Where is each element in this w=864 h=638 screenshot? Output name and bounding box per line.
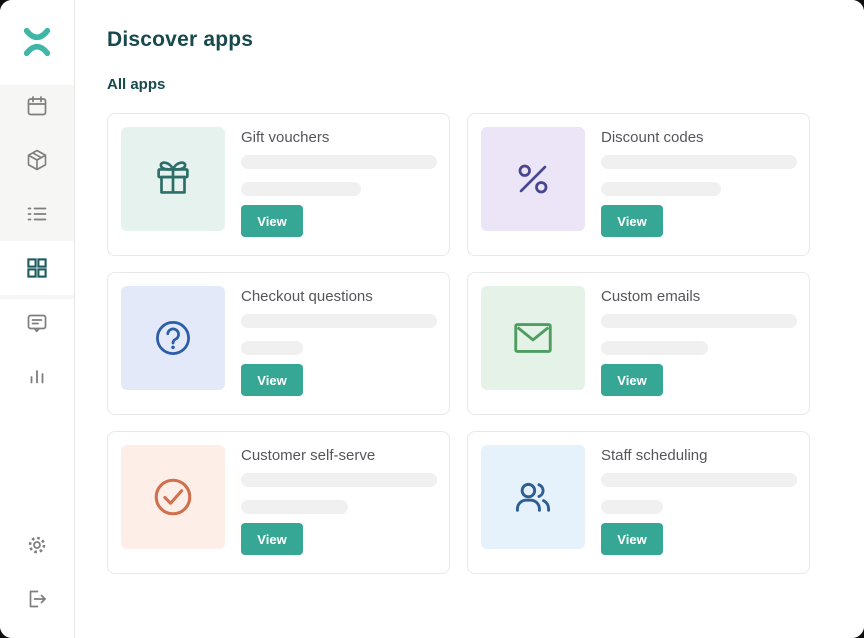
app-tile [121, 445, 225, 549]
sidebar-item-reports[interactable] [0, 348, 74, 402]
view-button[interactable]: View [601, 205, 663, 237]
app-card-title: Discount codes [601, 129, 704, 146]
placeholder-bar [241, 314, 437, 328]
check-circle-icon [150, 474, 196, 520]
section-label: All apps [107, 76, 864, 93]
view-button[interactable]: View [601, 364, 663, 396]
view-button[interactable]: View [241, 364, 303, 396]
bar-chart-icon [25, 363, 49, 387]
placeholder-bar [601, 155, 797, 169]
gift-icon [150, 156, 196, 202]
app-tile [121, 286, 225, 390]
placeholder-bar [601, 473, 797, 487]
app-card-checkout-questions[interactable]: Checkout questions View [107, 272, 450, 415]
app-tile [481, 445, 585, 549]
app-tile [481, 127, 585, 231]
app-tile [481, 286, 585, 390]
placeholder-bar [601, 341, 708, 355]
app-card-title: Staff scheduling [601, 447, 707, 464]
package-icon [25, 148, 49, 172]
app-card-title: Gift vouchers [241, 129, 329, 146]
app-card-discount-codes[interactable]: Discount codes View [467, 113, 810, 256]
sidebar-item-calendar[interactable] [0, 79, 74, 133]
main-content: Discover apps All apps [75, 0, 864, 638]
chat-icon [25, 311, 49, 335]
app-card-customer-self-serve[interactable]: Customer self-serve View [107, 431, 450, 574]
app-card-title: Checkout questions [241, 288, 373, 305]
sidebar-item-apps[interactable] [0, 241, 74, 295]
app-card-title: Customer self-serve [241, 447, 375, 464]
view-button[interactable]: View [601, 523, 663, 555]
sidebar [0, 0, 75, 638]
envelope-icon [510, 315, 556, 361]
app-card-custom-emails[interactable]: Custom emails View [467, 272, 810, 415]
grid-icon [25, 256, 49, 280]
placeholder-bar [601, 500, 663, 514]
gear-icon [25, 533, 49, 557]
brand-x-logo-icon [22, 26, 52, 58]
app-card-gift-vouchers[interactable]: Gift vouchers View [107, 113, 450, 256]
logout-icon [25, 587, 49, 611]
view-button[interactable]: View [241, 205, 303, 237]
list-icon [25, 202, 49, 226]
placeholder-bar [241, 473, 437, 487]
placeholder-bar [601, 182, 721, 196]
sidebar-item-messages[interactable] [0, 296, 74, 350]
percent-icon [511, 157, 555, 201]
calendar-icon [25, 94, 49, 118]
sidebar-logo[interactable] [0, 20, 74, 64]
page-title: Discover apps [107, 28, 864, 52]
view-button[interactable]: View [241, 523, 303, 555]
sidebar-item-lists[interactable] [0, 187, 74, 241]
app-card-staff-scheduling[interactable]: Staff scheduling View [467, 431, 810, 574]
app-card-grid: Gift vouchers View [107, 113, 864, 574]
sidebar-item-logout[interactable] [0, 572, 74, 626]
placeholder-bar [241, 182, 361, 196]
app-window: Discover apps All apps [0, 0, 864, 638]
people-icon [511, 475, 555, 519]
app-tile [121, 127, 225, 231]
placeholder-bar [601, 314, 797, 328]
placeholder-bar [241, 500, 348, 514]
placeholder-bar [241, 155, 437, 169]
placeholder-bar [241, 341, 303, 355]
question-circle-icon [151, 316, 195, 360]
sidebar-item-settings[interactable] [0, 518, 74, 572]
sidebar-item-products[interactable] [0, 133, 74, 187]
app-card-title: Custom emails [601, 288, 700, 305]
